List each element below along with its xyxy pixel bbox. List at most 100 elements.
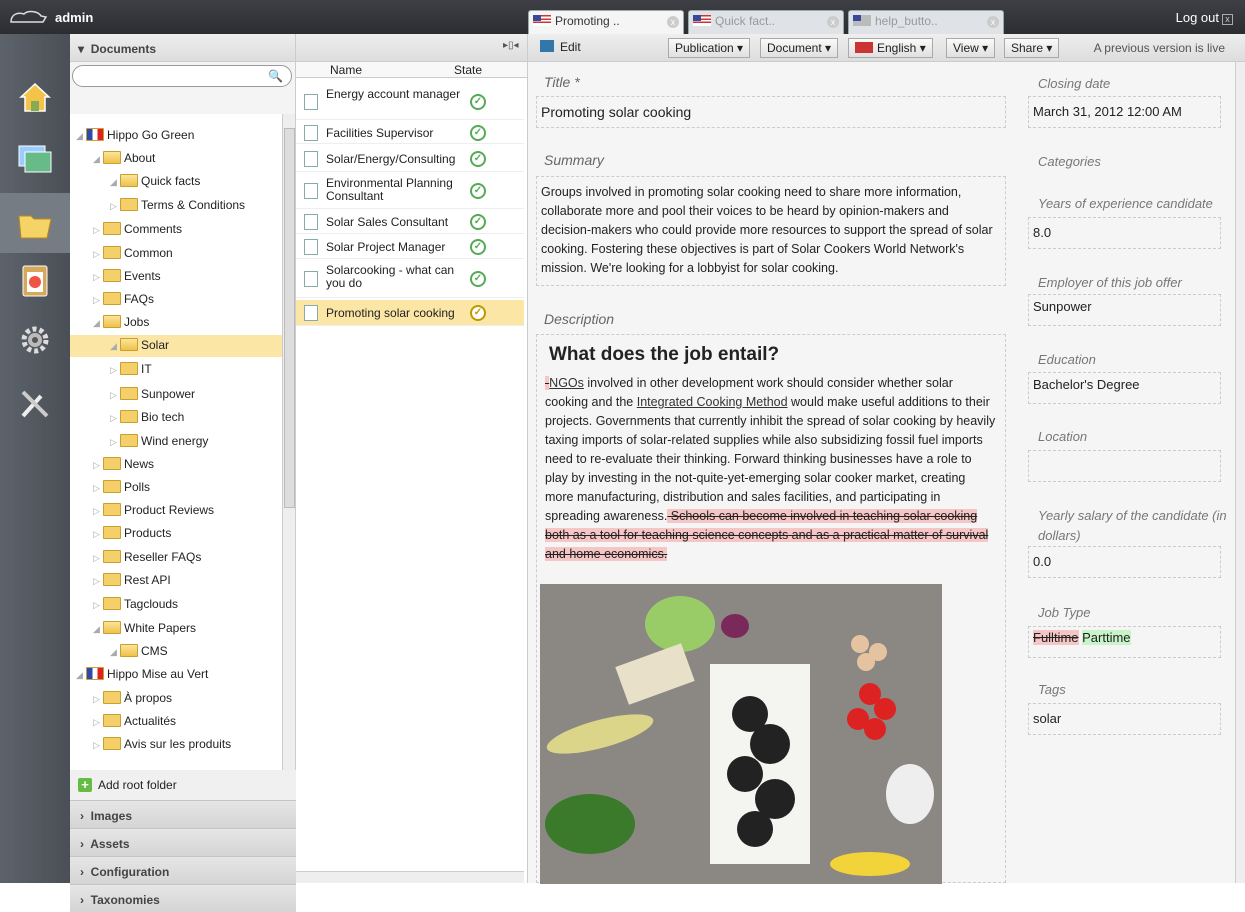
expand-arrow-icon[interactable]: ▷ xyxy=(93,225,103,236)
list-item[interactable]: Promoting solar cooking ✓ xyxy=(296,300,524,326)
job-type-field[interactable]: Fulltime Parttime xyxy=(1028,626,1221,658)
salary-field[interactable]: 0.0 xyxy=(1028,546,1221,578)
tree-folder-about[interactable]: ◢ About xyxy=(93,148,155,170)
documents-icon[interactable] xyxy=(17,206,53,242)
tree-folder-reseller-faqs[interactable]: ▷ Reseller FAQs xyxy=(93,547,201,569)
list-item[interactable]: Environmental Planning Consultant ✓ xyxy=(296,173,524,209)
expand-arrow-icon[interactable]: ◢ xyxy=(93,318,103,329)
tree-folder-tagclouds[interactable]: ▷ Tagclouds xyxy=(93,594,178,616)
expand-arrow-icon[interactable]: ▷ xyxy=(110,437,120,448)
home-icon[interactable] xyxy=(17,79,53,115)
scrollbar-thumb[interactable] xyxy=(284,128,295,508)
tree-folder-events[interactable]: ▷ Events xyxy=(93,266,161,288)
tree-folder-quick-facts[interactable]: ◢ Quick facts xyxy=(110,171,200,193)
tree-folder-solar[interactable]: ◢ Solar xyxy=(70,335,282,357)
expand-arrow-icon[interactable]: ▷ xyxy=(93,600,103,611)
tree-folder-it[interactable]: ▷ IT xyxy=(110,359,152,381)
editor-scrollbar[interactable] xyxy=(1235,62,1245,883)
expand-arrow-icon[interactable]: ▷ xyxy=(93,576,103,587)
expand-arrow-icon[interactable]: ◢ xyxy=(110,647,120,658)
expand-arrow-icon[interactable]: ▷ xyxy=(93,740,103,751)
column-state[interactable]: State xyxy=(454,63,482,77)
expand-arrow-icon[interactable]: ▷ xyxy=(93,272,103,283)
expand-arrow-icon[interactable]: ◢ xyxy=(110,177,120,188)
expand-arrow-icon[interactable]: ▷ xyxy=(110,413,120,424)
add-root-folder-button[interactable]: + Add root folder xyxy=(70,770,296,800)
tree-folder-hippo-mise-au-vert[interactable]: ◢ Hippo Mise au Vert xyxy=(76,664,208,686)
tree-folder-common[interactable]: ▷ Common xyxy=(93,243,173,265)
expand-arrow-icon[interactable]: ◢ xyxy=(76,131,86,142)
expand-arrow-icon[interactable]: ▷ xyxy=(93,460,103,471)
view-menu[interactable]: View ▾ xyxy=(946,38,996,58)
expand-arrow-icon[interactable]: ◢ xyxy=(93,154,103,165)
expand-arrow-icon[interactable]: ▷ xyxy=(93,553,103,564)
share-menu[interactable]: Share ▾ xyxy=(1004,38,1060,58)
tree-folder-bio-tech[interactable]: ▷ Bio tech xyxy=(110,407,184,429)
expand-arrow-icon[interactable]: ▷ xyxy=(110,201,120,212)
expand-arrow-icon[interactable]: ▷ xyxy=(93,529,103,540)
taxonomies-section[interactable]: › Taxonomies xyxy=(70,884,296,912)
list-item[interactable]: Solar/Energy/Consulting ✓ xyxy=(296,146,524,172)
tree-folder-product-reviews[interactable]: ▷ Product Reviews xyxy=(93,500,214,522)
tree-folder-polls[interactable]: ▷ Polls xyxy=(93,477,150,499)
tree-folder-products[interactable]: ▷ Products xyxy=(93,523,171,545)
tree-folder-sunpower[interactable]: ▷ Sunpower xyxy=(110,384,195,406)
gallery-icon[interactable] xyxy=(17,140,53,176)
logout-button[interactable]: Log out x xyxy=(1176,10,1233,25)
education-field[interactable]: Bachelor's Degree xyxy=(1028,372,1221,404)
tree-folder-jobs[interactable]: ◢ Jobs xyxy=(93,312,149,334)
close-tab-icon[interactable]: x xyxy=(827,16,839,28)
tree-folder-comments[interactable]: ▷ Comments xyxy=(93,219,182,241)
edit-button[interactable]: Edit xyxy=(534,38,587,58)
expand-arrow-icon[interactable]: ▷ xyxy=(93,483,103,494)
list-horizontal-scrollbar[interactable] xyxy=(296,871,524,883)
tags-field[interactable]: solar xyxy=(1028,703,1221,735)
language-menu[interactable]: English ▾ xyxy=(848,38,933,58)
years-experience-field[interactable]: 8.0 xyxy=(1028,217,1221,249)
employer-field[interactable]: Sunpower xyxy=(1028,294,1221,326)
tree-folder-news[interactable]: ▷ News xyxy=(93,454,154,476)
location-field[interactable] xyxy=(1028,450,1221,482)
expand-arrow-icon[interactable]: ▷ xyxy=(93,717,103,728)
integrated-cooking-link[interactable]: Integrated Cooking Method xyxy=(637,395,788,409)
tree-folder-wind-energy[interactable]: ▷ Wind energy xyxy=(110,431,208,453)
tree-scrollbar[interactable] xyxy=(282,114,295,770)
expand-arrow-icon[interactable]: ▷ xyxy=(110,390,120,401)
publication-menu[interactable]: Publication ▾ xyxy=(668,38,751,58)
configuration-section[interactable]: › Configuration xyxy=(70,856,296,884)
tree-folder-avis-sur-les-produits[interactable]: ▷ Avis sur les produits xyxy=(93,734,231,756)
title-field[interactable]: Promoting solar cooking xyxy=(536,96,1006,128)
tree-folder-cms[interactable]: ◢ CMS xyxy=(110,641,168,663)
tree-folder-terms-conditions[interactable]: ▷ Terms & Conditions xyxy=(110,195,245,217)
close-tab-icon[interactable]: x xyxy=(987,16,999,28)
search-icon[interactable]: 🔍 xyxy=(268,69,283,83)
tree-folder--propos[interactable]: ▷ À propos xyxy=(93,688,172,710)
tab-help-button[interactable]: help_butto.. x xyxy=(848,10,1004,34)
tree-folder-rest-api[interactable]: ▷ Rest API xyxy=(93,570,171,592)
column-name[interactable]: Name xyxy=(330,63,362,77)
closing-date-field[interactable]: March 31, 2012 12:00 AM xyxy=(1028,96,1221,128)
tree-folder-actualit-s[interactable]: ▷ Actualités xyxy=(93,711,176,733)
tree-folder-hippo-go-green[interactable]: ◢ Hippo Go Green xyxy=(76,125,194,147)
expand-arrow-icon[interactable]: ◢ xyxy=(76,670,86,681)
admin-tools-icon[interactable] xyxy=(17,384,53,420)
summary-field[interactable]: Groups involved in promoting solar cooki… xyxy=(536,176,1006,286)
ngos-link[interactable]: NGOs xyxy=(549,376,584,390)
list-item[interactable]: Energy account manager ✓ xyxy=(296,84,524,120)
list-item[interactable]: Facilities Supervisor ✓ xyxy=(296,122,524,144)
settings-icon[interactable] xyxy=(17,322,53,358)
expand-arrow-icon[interactable]: ▷ xyxy=(93,249,103,260)
tree-folder-white-papers[interactable]: ◢ White Papers xyxy=(93,618,196,640)
tree-folder-faqs[interactable]: ▷ FAQs xyxy=(93,289,154,311)
expand-arrow-icon[interactable]: ▷ xyxy=(93,506,103,517)
images-section[interactable]: › Images xyxy=(70,800,296,828)
close-tab-icon[interactable]: x xyxy=(667,16,679,28)
assets-section[interactable]: › Assets xyxy=(70,828,296,856)
tab-promoting[interactable]: Promoting .. x xyxy=(528,10,684,34)
expand-arrow-icon[interactable]: ▷ xyxy=(93,295,103,306)
list-item[interactable]: Solar Sales Consultant ✓ xyxy=(296,210,524,234)
documents-section-header[interactable]: ▾ Documents xyxy=(70,34,295,62)
expand-arrow-icon[interactable]: ▷ xyxy=(93,694,103,705)
search-input[interactable]: 🔍 xyxy=(72,65,292,87)
document-menu[interactable]: Document ▾ xyxy=(760,38,839,58)
